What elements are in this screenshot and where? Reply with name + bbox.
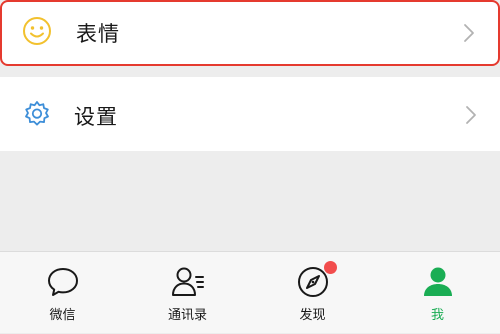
- bottom-tab-bar: 微信 通讯录 发现 我: [0, 251, 500, 333]
- tab-contacts[interactable]: 通讯录: [125, 252, 250, 334]
- smiley-face-icon: [22, 16, 52, 46]
- chevron-right-icon: [464, 104, 478, 126]
- menu-item-settings[interactable]: 设置: [0, 77, 500, 151]
- notification-badge-dot: [324, 261, 337, 274]
- menu-item-emoji[interactable]: 表情: [0, 0, 500, 66]
- tab-label: 通讯录: [167, 308, 207, 323]
- tab-label: 我: [430, 308, 444, 323]
- menu-item-label: 表情: [76, 22, 120, 46]
- person-icon: [421, 265, 455, 299]
- tab-wechat[interactable]: 微信: [0, 252, 125, 334]
- chat-bubble-icon: [46, 265, 80, 299]
- gear-icon: [22, 99, 52, 129]
- tab-discover[interactable]: 发现: [250, 252, 375, 334]
- tab-label: 微信: [49, 308, 76, 323]
- chevron-right-icon: [462, 22, 476, 44]
- menu-item-label: 设置: [74, 105, 118, 129]
- tab-label: 发现: [299, 308, 326, 323]
- tab-me[interactable]: 我: [375, 252, 500, 334]
- contacts-icon: [171, 265, 205, 299]
